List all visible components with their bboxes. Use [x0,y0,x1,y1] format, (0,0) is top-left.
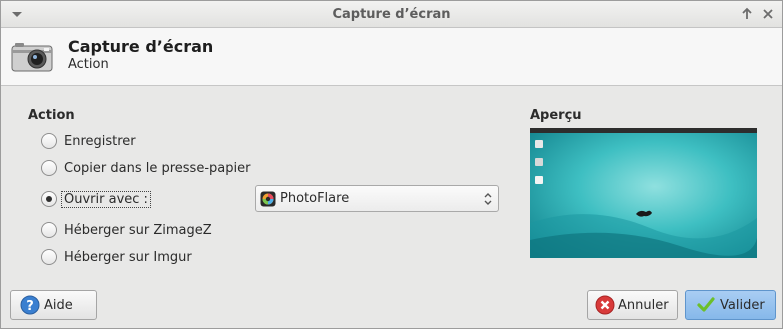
open-with-radio[interactable] [41,191,57,207]
close-icon[interactable] [762,7,774,21]
svg-text:?: ? [26,299,34,314]
host-zimagez-radio[interactable] [41,222,57,238]
photoflare-icon [260,191,276,206]
host-imgur-radio[interactable] [41,249,57,265]
option-label: Héberger sur Imgur [64,249,192,265]
cancel-button-label: Annuler [618,297,669,313]
option-label: Ouvrir avec : [61,190,151,208]
screenshot-dialog: Capture d’écran Capture d’écran Action A… [0,0,783,329]
option-copy-clipboard[interactable]: Copier dans le presse-papier [41,158,252,178]
action-section-title: Action [28,108,75,123]
preview-section-title: Aperçu [530,108,582,123]
option-host-imgur[interactable]: Héberger sur Imgur [41,247,194,267]
title-bar: Capture d’écran [1,1,782,28]
header-subtitle: Action [68,57,109,72]
option-host-zimagez[interactable]: Héberger sur ZimageZ [41,220,214,240]
header-title: Capture d’écran [68,37,214,56]
open-with-app-value: PhotoFlare [280,191,350,206]
help-button-label: Aide [44,297,73,313]
checkmark-icon [697,297,715,312]
dialog-header: Capture d’écran Action [1,28,782,86]
validate-button[interactable]: Valider [685,290,776,320]
open-with-app-select[interactable]: PhotoFlare [255,185,499,212]
save-radio[interactable] [41,133,57,149]
copy-clipboard-radio[interactable] [41,160,57,176]
option-save[interactable]: Enregistrer [41,131,138,151]
select-arrows-icon [484,193,492,205]
help-icon: ? [20,295,40,315]
screenshot-preview [530,128,757,258]
help-button[interactable]: ? Aide [10,290,97,320]
cancel-icon [595,295,615,315]
cancel-button[interactable]: Annuler [587,290,678,320]
option-label: Copier dans le presse-papier [64,160,251,176]
option-label: Héberger sur ZimageZ [64,222,212,238]
window-title: Capture d’écran [332,7,451,22]
keep-above-icon[interactable] [741,7,753,21]
preview-image [530,128,757,258]
option-open-with[interactable]: Ouvrir avec : [41,189,151,209]
option-label: Enregistrer [64,133,136,149]
camera-icon [11,43,53,72]
validate-button-label: Valider [720,297,765,313]
